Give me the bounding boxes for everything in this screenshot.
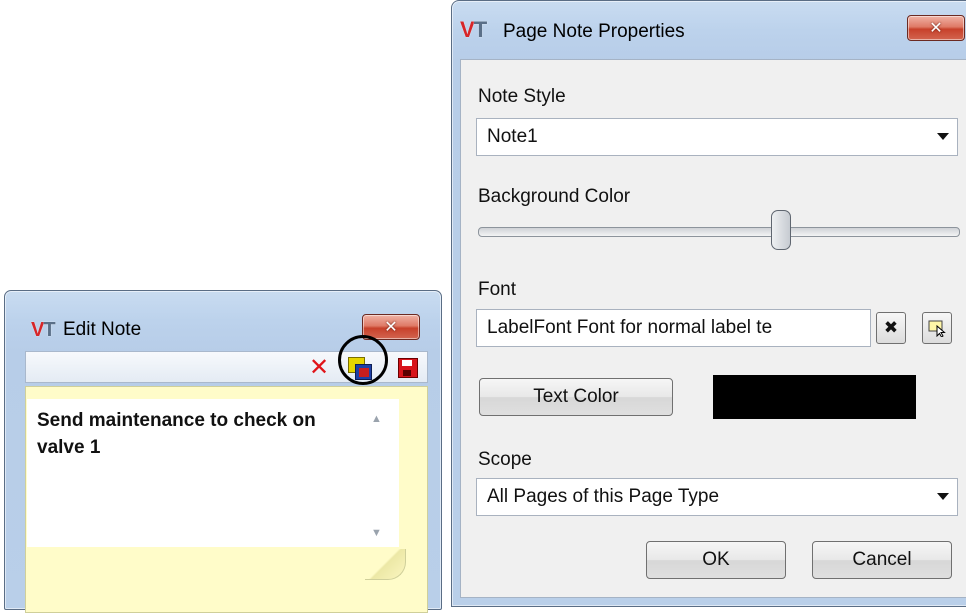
font-value: LabelFont Font for normal label te <box>487 317 773 338</box>
chevron-down-icon <box>937 493 949 500</box>
edit-note-window: VT Edit Note ✕ ✕ Send maintenance to che… <box>4 290 442 613</box>
browse-icon <box>928 320 946 337</box>
note-style-label: Note Style <box>478 86 566 107</box>
cancel-button[interactable]: Cancel <box>812 541 952 579</box>
font-label: Font <box>478 279 517 300</box>
highlight-circle <box>338 335 388 385</box>
chevron-down-icon <box>937 133 949 140</box>
page-note-properties-window: VT Page Note Properties ✕ Note Style Not… <box>451 0 966 607</box>
close-icon: ✕ <box>384 319 398 336</box>
ok-button[interactable]: OK <box>646 541 786 579</box>
edit-note-titlebar[interactable]: VT Edit Note ✕ <box>5 291 441 341</box>
close-button[interactable]: ✕ <box>907 15 965 41</box>
text-color-button[interactable]: Text Color <box>479 378 673 416</box>
scope-select[interactable]: All Pages of this Page Type <box>476 478 958 516</box>
scroll-up-icon[interactable]: ▲ <box>371 413 382 425</box>
window-title: Page Note Properties <box>503 21 685 42</box>
properties-titlebar[interactable]: VT Page Note Properties ✕ <box>452 1 966 42</box>
note-scrollbar[interactable]: ▲ ▼ <box>357 399 399 547</box>
background-color-slider[interactable] <box>478 227 960 237</box>
note-toolbar: ✕ <box>25 335 428 385</box>
clear-icon: ✖ <box>883 318 899 337</box>
delete-icon[interactable]: ✕ <box>309 353 329 382</box>
scope-value: All Pages of this Page Type <box>487 486 720 507</box>
clear-font-button[interactable]: ✖ <box>876 312 906 344</box>
font-field[interactable]: LabelFont Font for normal label te <box>476 309 871 347</box>
vt-logo: VT <box>460 17 487 42</box>
note-text-area[interactable]: Send maintenance to check on valve 1 <box>27 399 357 547</box>
note-style-value: Note1 <box>487 126 538 147</box>
scope-label: Scope <box>478 449 532 470</box>
slider-thumb[interactable] <box>771 210 792 250</box>
scroll-down-icon[interactable]: ▼ <box>371 527 382 539</box>
browse-font-button[interactable] <box>922 312 952 344</box>
vt-logo: VT <box>31 319 56 341</box>
text-color-swatch <box>713 375 916 419</box>
window-title: Edit Note <box>63 319 142 340</box>
close-icon: ✕ <box>929 20 943 37</box>
background-color-label: Background Color <box>478 186 631 207</box>
note-style-select[interactable]: Note1 <box>476 118 958 156</box>
page-curl <box>365 549 406 580</box>
save-icon[interactable] <box>398 358 418 378</box>
